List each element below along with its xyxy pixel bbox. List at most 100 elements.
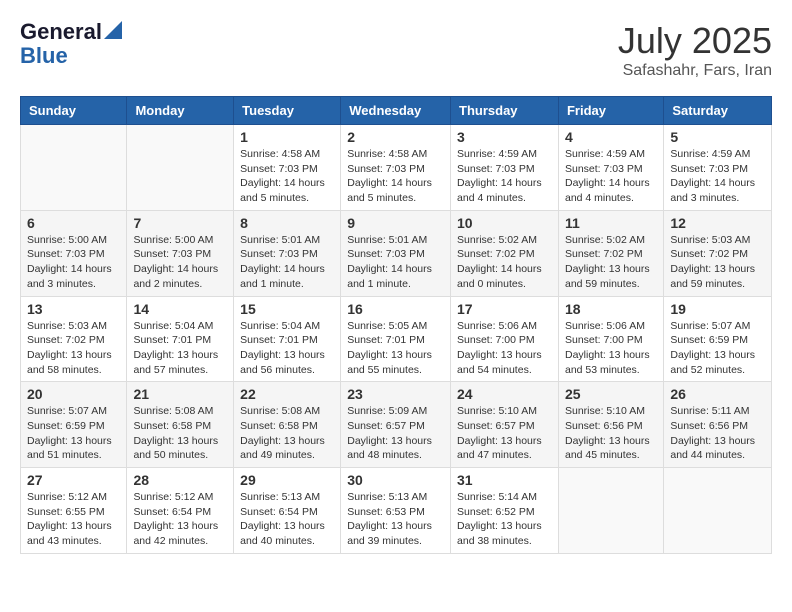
day-number: 8 bbox=[240, 215, 334, 231]
calendar-table: SundayMondayTuesdayWednesdayThursdayFrid… bbox=[20, 96, 772, 554]
day-number: 1 bbox=[240, 129, 334, 145]
calendar-day-cell: 16 Sunrise: 5:05 AM Sunset: 7:01 PM Dayli… bbox=[341, 296, 451, 382]
calendar-day-cell: 19 Sunrise: 5:07 AM Sunset: 6:59 PM Dayli… bbox=[664, 296, 772, 382]
day-info: Sunrise: 5:09 AM Sunset: 6:57 PM Dayligh… bbox=[347, 404, 444, 463]
day-info: Sunrise: 5:14 AM Sunset: 6:52 PM Dayligh… bbox=[457, 490, 552, 549]
calendar-day-cell: 25 Sunrise: 5:10 AM Sunset: 6:56 PM Dayli… bbox=[558, 382, 663, 468]
day-number: 28 bbox=[133, 472, 227, 488]
calendar-day-cell bbox=[21, 125, 127, 211]
day-number: 22 bbox=[240, 386, 334, 402]
calendar-day-cell: 27Sunrise: 5:12 AM Sunset: 6:55 PM Dayli… bbox=[21, 468, 127, 554]
calendar-day-cell: 10 Sunrise: 5:02 AM Sunset: 7:02 PM Dayli… bbox=[451, 210, 559, 296]
calendar-day-cell: 5Sunrise: 4:59 AM Sunset: 7:03 PM Daylig… bbox=[664, 125, 772, 211]
day-number: 15 bbox=[240, 301, 334, 317]
day-number: 10 bbox=[457, 215, 552, 231]
day-info: Sunrise: 4:58 AM Sunset: 7:03 PM Dayligh… bbox=[347, 147, 444, 206]
day-info: Sunrise: 5:00 AM Sunset: 7:03 PM Dayligh… bbox=[133, 233, 227, 292]
day-number: 19 bbox=[670, 301, 765, 317]
day-info: Sunrise: 5:10 AM Sunset: 6:56 PM Dayligh… bbox=[565, 404, 657, 463]
day-info: Sunrise: 4:59 AM Sunset: 7:03 PM Dayligh… bbox=[457, 147, 552, 206]
calendar-day-cell: 29 Sunrise: 5:13 AM Sunset: 6:54 PM Dayli… bbox=[234, 468, 341, 554]
day-number: 20 bbox=[27, 386, 120, 402]
day-number: 14 bbox=[133, 301, 227, 317]
calendar-day-cell: 7 Sunrise: 5:00 AM Sunset: 7:03 PM Daylig… bbox=[127, 210, 234, 296]
calendar-day-cell: 21Sunrise: 5:08 AM Sunset: 6:58 PM Dayli… bbox=[127, 382, 234, 468]
day-info: Sunrise: 5:12 AM Sunset: 6:55 PM Dayligh… bbox=[27, 490, 120, 549]
day-info: Sunrise: 5:12 AM Sunset: 6:54 PM Dayligh… bbox=[133, 490, 227, 549]
calendar-day-cell: 18 Sunrise: 5:06 AM Sunset: 7:00 PM Dayli… bbox=[558, 296, 663, 382]
weekday-header-wednesday: Wednesday bbox=[341, 97, 451, 125]
day-info: Sunrise: 4:58 AM Sunset: 7:03 PM Dayligh… bbox=[240, 147, 334, 206]
day-number: 21 bbox=[133, 386, 227, 402]
day-number: 4 bbox=[565, 129, 657, 145]
day-number: 26 bbox=[670, 386, 765, 402]
calendar-week-row: 27Sunrise: 5:12 AM Sunset: 6:55 PM Dayli… bbox=[21, 468, 772, 554]
day-info: Sunrise: 5:02 AM Sunset: 7:02 PM Dayligh… bbox=[565, 233, 657, 292]
page-header: General Blue July 2025 Safashahr, Fars, … bbox=[20, 20, 772, 80]
day-number: 23 bbox=[347, 386, 444, 402]
day-info: Sunrise: 5:10 AM Sunset: 6:57 PM Dayligh… bbox=[457, 404, 552, 463]
weekday-header-thursday: Thursday bbox=[451, 97, 559, 125]
calendar-day-cell: 1 Sunrise: 4:58 AM Sunset: 7:03 PM Daylig… bbox=[234, 125, 341, 211]
day-info: Sunrise: 5:02 AM Sunset: 7:02 PM Dayligh… bbox=[457, 233, 552, 292]
day-info: Sunrise: 5:06 AM Sunset: 7:00 PM Dayligh… bbox=[457, 319, 552, 378]
logo-blue: Blue bbox=[20, 44, 68, 68]
calendar-day-cell: 17 Sunrise: 5:06 AM Sunset: 7:00 PM Dayli… bbox=[451, 296, 559, 382]
calendar-day-cell: 3Sunrise: 4:59 AM Sunset: 7:03 PM Daylig… bbox=[451, 125, 559, 211]
calendar-day-cell bbox=[664, 468, 772, 554]
day-info: Sunrise: 5:05 AM Sunset: 7:01 PM Dayligh… bbox=[347, 319, 444, 378]
day-number: 7 bbox=[133, 215, 227, 231]
day-info: Sunrise: 5:01 AM Sunset: 7:03 PM Dayligh… bbox=[240, 233, 334, 292]
calendar-day-cell bbox=[127, 125, 234, 211]
day-info: Sunrise: 5:07 AM Sunset: 6:59 PM Dayligh… bbox=[670, 319, 765, 378]
day-number: 29 bbox=[240, 472, 334, 488]
weekday-header-saturday: Saturday bbox=[664, 97, 772, 125]
day-info: Sunrise: 5:13 AM Sunset: 6:53 PM Dayligh… bbox=[347, 490, 444, 549]
weekday-header-tuesday: Tuesday bbox=[234, 97, 341, 125]
logo-triangle-icon bbox=[104, 21, 122, 39]
weekday-header-monday: Monday bbox=[127, 97, 234, 125]
day-number: 2 bbox=[347, 129, 444, 145]
day-info: Sunrise: 5:03 AM Sunset: 7:02 PM Dayligh… bbox=[670, 233, 765, 292]
day-number: 18 bbox=[565, 301, 657, 317]
calendar-day-cell: 6 Sunrise: 5:00 AM Sunset: 7:03 PM Daylig… bbox=[21, 210, 127, 296]
calendar-day-cell: 22 Sunrise: 5:08 AM Sunset: 6:58 PM Dayli… bbox=[234, 382, 341, 468]
day-number: 13 bbox=[27, 301, 120, 317]
day-info: Sunrise: 5:00 AM Sunset: 7:03 PM Dayligh… bbox=[27, 233, 120, 292]
calendar-week-row: 1 Sunrise: 4:58 AM Sunset: 7:03 PM Daylig… bbox=[21, 125, 772, 211]
logo-general: General bbox=[20, 20, 102, 44]
calendar-day-cell: 12Sunrise: 5:03 AM Sunset: 7:02 PM Dayli… bbox=[664, 210, 772, 296]
calendar-day-cell bbox=[558, 468, 663, 554]
day-info: Sunrise: 5:04 AM Sunset: 7:01 PM Dayligh… bbox=[240, 319, 334, 378]
calendar-week-row: 20 Sunrise: 5:07 AM Sunset: 6:59 PM Dayli… bbox=[21, 382, 772, 468]
title-location: Safashahr, Fars, Iran bbox=[618, 62, 772, 80]
day-number: 17 bbox=[457, 301, 552, 317]
calendar-day-cell: 23 Sunrise: 5:09 AM Sunset: 6:57 PM Dayli… bbox=[341, 382, 451, 468]
calendar-day-cell: 4Sunrise: 4:59 AM Sunset: 7:03 PM Daylig… bbox=[558, 125, 663, 211]
day-number: 9 bbox=[347, 215, 444, 231]
day-number: 11 bbox=[565, 215, 657, 231]
calendar-week-row: 6 Sunrise: 5:00 AM Sunset: 7:03 PM Daylig… bbox=[21, 210, 772, 296]
day-number: 6 bbox=[27, 215, 120, 231]
day-info: Sunrise: 5:08 AM Sunset: 6:58 PM Dayligh… bbox=[240, 404, 334, 463]
calendar-day-cell: 14Sunrise: 5:04 AM Sunset: 7:01 PM Dayli… bbox=[127, 296, 234, 382]
day-number: 25 bbox=[565, 386, 657, 402]
day-info: Sunrise: 5:06 AM Sunset: 7:00 PM Dayligh… bbox=[565, 319, 657, 378]
day-info: Sunrise: 5:07 AM Sunset: 6:59 PM Dayligh… bbox=[27, 404, 120, 463]
calendar-day-cell: 15 Sunrise: 5:04 AM Sunset: 7:01 PM Dayli… bbox=[234, 296, 341, 382]
calendar-header-row: SundayMondayTuesdayWednesdayThursdayFrid… bbox=[21, 97, 772, 125]
day-number: 30 bbox=[347, 472, 444, 488]
calendar-day-cell: 30 Sunrise: 5:13 AM Sunset: 6:53 PM Dayli… bbox=[341, 468, 451, 554]
calendar-day-cell: 20 Sunrise: 5:07 AM Sunset: 6:59 PM Dayli… bbox=[21, 382, 127, 468]
calendar-day-cell: 8 Sunrise: 5:01 AM Sunset: 7:03 PM Daylig… bbox=[234, 210, 341, 296]
day-number: 16 bbox=[347, 301, 444, 317]
day-number: 24 bbox=[457, 386, 552, 402]
day-info: Sunrise: 5:13 AM Sunset: 6:54 PM Dayligh… bbox=[240, 490, 334, 549]
calendar-day-cell: 26 Sunrise: 5:11 AM Sunset: 6:56 PM Dayli… bbox=[664, 382, 772, 468]
day-info: Sunrise: 5:11 AM Sunset: 6:56 PM Dayligh… bbox=[670, 404, 765, 463]
calendar-day-cell: 28 Sunrise: 5:12 AM Sunset: 6:54 PM Dayli… bbox=[127, 468, 234, 554]
calendar-day-cell: 11 Sunrise: 5:02 AM Sunset: 7:02 PM Dayli… bbox=[558, 210, 663, 296]
logo: General Blue bbox=[20, 20, 122, 68]
weekday-header-friday: Friday bbox=[558, 97, 663, 125]
weekday-header-sunday: Sunday bbox=[21, 97, 127, 125]
